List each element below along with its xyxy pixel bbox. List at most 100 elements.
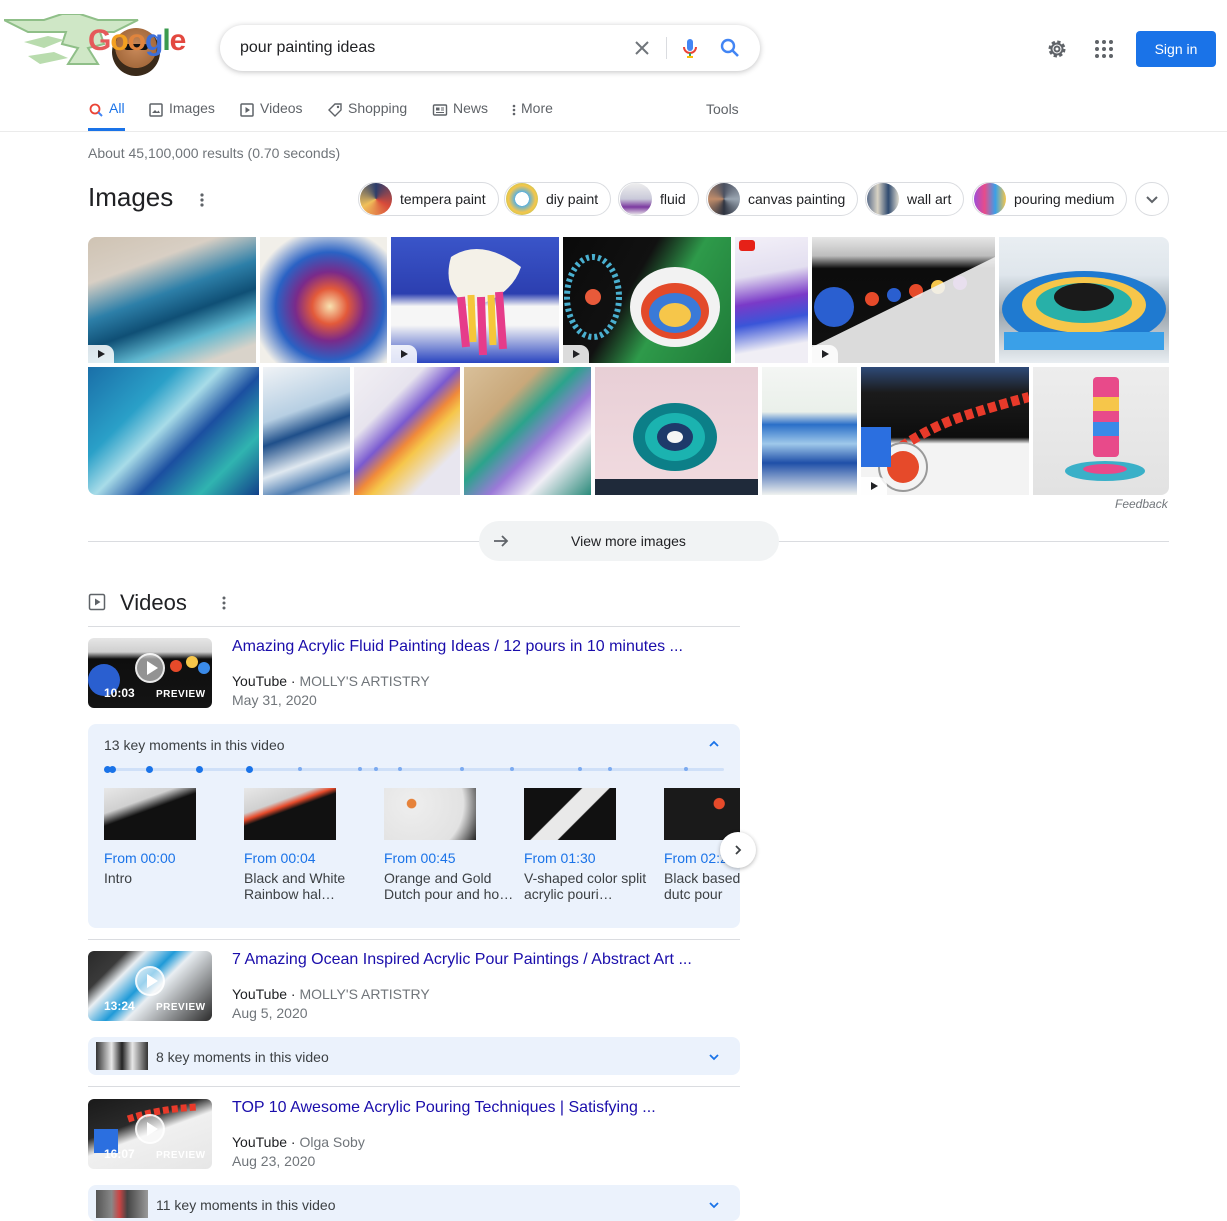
image-result[interactable] <box>354 367 460 495</box>
play-button-icon <box>135 653 165 683</box>
preview-label: PREVIEW <box>156 689 206 700</box>
image-result[interactable] <box>812 237 995 363</box>
chevron-down-icon[interactable] <box>708 1199 720 1211</box>
play-button-icon <box>135 966 165 996</box>
result-stats: About 45,100,000 results (0.70 seconds) <box>88 145 341 161</box>
image-art <box>861 392 1029 492</box>
image-result[interactable] <box>735 237 808 363</box>
video-icon <box>240 103 254 117</box>
chip-tempera-paint[interactable]: tempera paint <box>358 182 499 216</box>
search-icon[interactable] <box>718 36 742 60</box>
moment-description: Black based rainbow dutc pour <box>664 870 740 902</box>
moment-timestamp: From 00:04 <box>244 850 316 866</box>
video-thumbnail[interactable]: 16:07 PREVIEW <box>88 1099 212 1169</box>
chevron-up-icon[interactable] <box>708 738 720 750</box>
timeline-marker[interactable] <box>146 766 153 773</box>
view-more-label: View more images <box>571 533 686 549</box>
image-art <box>1002 271 1166 350</box>
image-result[interactable] <box>391 237 559 363</box>
video-title-link[interactable]: Amazing Acrylic Fluid Painting Ideas / 1… <box>232 638 683 656</box>
timeline-marker[interactable] <box>608 767 612 771</box>
play-icon <box>391 345 417 363</box>
key-moment[interactable]: From 00:45 Orange and Gold Dutch pour an… <box>384 788 524 902</box>
video-platform: YouTube <box>232 1134 288 1150</box>
tab-images[interactable]: Images <box>148 100 215 131</box>
image-result[interactable] <box>1033 367 1169 495</box>
chip-thumbnail <box>620 183 652 215</box>
image-result[interactable] <box>595 367 758 495</box>
logo-wordmark: Google <box>88 24 186 57</box>
apps-grid-icon[interactable] <box>1092 37 1116 61</box>
chip-fluid[interactable]: fluid <box>618 182 699 216</box>
tab-videos[interactable]: Videos <box>239 100 303 131</box>
clear-icon[interactable] <box>630 36 654 60</box>
timeline-marker[interactable] <box>196 766 203 773</box>
key-moment[interactable]: From 00:04 Black and White Rainbow hal… <box>244 788 384 902</box>
view-more-images-button[interactable]: View more images <box>479 521 779 561</box>
video-thumbnail[interactable]: 13:24 PREVIEW <box>88 951 212 1021</box>
image-result[interactable] <box>88 367 259 495</box>
youtube-icon <box>739 240 755 251</box>
search-divider <box>666 37 667 59</box>
timeline-marker[interactable] <box>460 767 464 771</box>
tab-news[interactable]: News <box>432 100 488 131</box>
moments-timeline[interactable] <box>104 766 724 773</box>
image-result[interactable] <box>762 367 857 495</box>
image-result[interactable] <box>563 237 731 363</box>
next-moments-button[interactable] <box>720 832 756 868</box>
image-result[interactable] <box>260 237 387 363</box>
settings-gear-icon[interactable] <box>1045 37 1069 61</box>
expand-chips-button[interactable] <box>1135 182 1169 216</box>
key-moments-thumbnail <box>96 1190 148 1218</box>
search-input[interactable] <box>240 25 630 71</box>
key-moment[interactable]: From 00:00 Intro <box>104 788 244 886</box>
key-moments-heading: 8 key moments in this video <box>156 1049 329 1065</box>
sign-in-button[interactable]: Sign in <box>1136 31 1216 67</box>
chip-canvas-painting[interactable]: canvas painting <box>706 182 859 216</box>
moment-thumbnail <box>244 788 336 840</box>
microphone-icon[interactable] <box>678 36 702 60</box>
tab-shopping[interactable]: Shopping <box>327 100 407 131</box>
chip-wall-art[interactable]: wall art <box>865 182 965 216</box>
chip-thumbnail <box>867 183 899 215</box>
timeline-marker[interactable] <box>398 767 402 771</box>
timeline-marker[interactable] <box>374 767 378 771</box>
key-moments-heading[interactable]: 13 key moments in this video <box>104 737 285 753</box>
timeline-marker[interactable] <box>684 767 688 771</box>
chip-diy-paint[interactable]: diy paint <box>504 182 612 216</box>
timeline-marker[interactable] <box>246 766 253 773</box>
timeline-marker[interactable] <box>109 766 116 773</box>
chip-label: tempera paint <box>400 191 486 207</box>
image-result[interactable] <box>861 367 1029 495</box>
chip-pouring-medium[interactable]: pouring medium <box>972 182 1128 216</box>
image-result[interactable] <box>88 237 256 363</box>
more-options-icon[interactable] <box>218 594 230 612</box>
chip-label: fluid <box>660 191 686 207</box>
moment-thumbnail <box>384 788 476 840</box>
image-result[interactable] <box>999 237 1169 363</box>
tab-label: All <box>109 100 125 116</box>
video-thumbnail[interactable]: 10:03 PREVIEW <box>88 638 212 708</box>
tab-all[interactable]: All <box>88 100 125 131</box>
key-moment[interactable]: From 01:30 V-shaped color split acrylic … <box>524 788 664 902</box>
feedback-link[interactable]: Feedback <box>1115 497 1168 511</box>
key-moments-thumbnail <box>96 1042 148 1070</box>
timeline-marker[interactable] <box>298 767 302 771</box>
video-title-link[interactable]: 7 Amazing Ocean Inspired Acrylic Pour Pa… <box>232 951 692 969</box>
key-moments-panel[interactable]: 11 key moments in this video <box>88 1185 740 1221</box>
preview-label: PREVIEW <box>156 1002 206 1013</box>
image-result[interactable] <box>464 367 591 495</box>
timeline-marker[interactable] <box>358 767 362 771</box>
chevron-down-icon[interactable] <box>708 1051 720 1063</box>
key-moments-panel[interactable]: 8 key moments in this video <box>88 1037 740 1075</box>
image-result[interactable] <box>263 367 350 495</box>
google-logo[interactable]: Google <box>4 14 186 76</box>
play-button-icon <box>135 1114 165 1144</box>
video-title-link[interactable]: TOP 10 Awesome Acrylic Pouring Technique… <box>232 1099 656 1117</box>
tools-button[interactable]: Tools <box>706 101 739 117</box>
timeline-marker[interactable] <box>510 767 514 771</box>
timeline-marker[interactable] <box>578 767 582 771</box>
tab-more[interactable]: More <box>510 100 553 131</box>
more-options-icon[interactable] <box>196 191 208 209</box>
news-icon <box>432 104 448 116</box>
